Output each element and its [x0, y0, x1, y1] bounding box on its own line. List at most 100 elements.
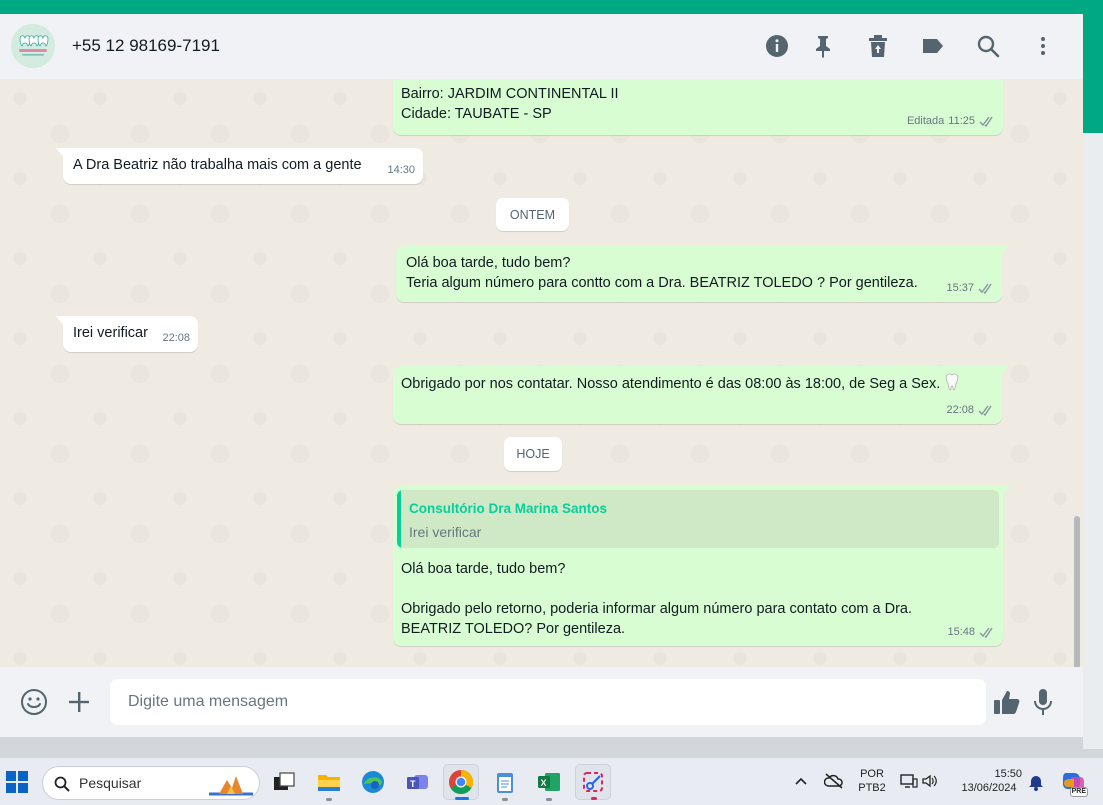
bubble-tail [56, 316, 64, 326]
taskbar-search-icon [54, 776, 70, 792]
message-text: Irei verificar [73, 325, 148, 341]
whatsapp-window: +55 12 98169-7191 Bairro: JARDIM CONTINE… [0, 14, 1083, 737]
avatar-logo-icon [11, 24, 55, 68]
language-code: POR [860, 768, 884, 780]
message-time: 15:37 [946, 282, 974, 294]
message-time: 22:08 [946, 404, 974, 416]
delete-icon[interactable] [866, 34, 890, 58]
notepad-icon[interactable] [487, 764, 523, 801]
emoji-icon[interactable] [20, 688, 48, 716]
message-line [401, 579, 912, 599]
thumbs-up-icon[interactable] [993, 688, 1021, 716]
message-outgoing[interactable]: Bairro: JARDIM CONTINENTAL II Cidade: TA… [393, 79, 1003, 135]
microphone-icon[interactable] [1029, 688, 1057, 716]
excel-icon[interactable]: X [531, 764, 567, 801]
avatar[interactable] [11, 24, 55, 68]
edited-label: Editada [906, 115, 945, 127]
onedrive-offline-icon[interactable] [823, 772, 844, 795]
message-text: Olá boa tarde, tudo bem? Obrigado pelo r… [401, 559, 912, 639]
svg-text:T: T [410, 779, 416, 789]
message-meta: 15:37 [946, 278, 994, 298]
info-icon[interactable] [765, 34, 789, 58]
windows-start-icon[interactable] [6, 771, 28, 798]
notification-bell-icon[interactable] [1028, 773, 1044, 796]
contact-name[interactable]: +55 12 98169-7191 [72, 36, 220, 56]
message-meta: 22:08 [946, 400, 994, 420]
message-line: BEATRIZ TOLEDO? Por gentileza. [401, 621, 626, 637]
message-input[interactable] [110, 679, 986, 725]
message-meta: 15:48 [947, 622, 995, 642]
message-line: Olá boa tarde, tudo bem? [406, 255, 571, 271]
active-indicator [591, 797, 597, 800]
message-outgoing[interactable]: Olá boa tarde, tudo bem? Teria algum núm… [396, 246, 1009, 302]
date-divider: ONTEM [496, 198, 569, 231]
svg-text:X: X [541, 778, 547, 788]
running-indicator [502, 798, 508, 801]
message-meta: Editada 11:25 [907, 111, 995, 131]
snipping-tool-icon[interactable] [575, 764, 611, 800]
clock[interactable]: 15:50 13/06/2024 [953, 767, 1025, 795]
quote-bar [397, 490, 401, 548]
top-accent-bar [0, 0, 1103, 14]
label-icon[interactable] [921, 34, 945, 58]
message-outgoing[interactable]: Obrigado por nos contatar. Nosso atendim… [393, 366, 1009, 424]
message-meta: 22:08 [162, 328, 190, 348]
double-check-icon [978, 283, 992, 294]
clock-time: 15:50 [994, 768, 1022, 780]
message-line: Obrigado por nos contatar. Nosso atendim… [401, 376, 941, 392]
teams-icon[interactable]: T [400, 764, 436, 800]
message-incoming[interactable]: Irei verificar 22:08 [56, 316, 198, 352]
date-divider-label: HOJE [516, 447, 550, 461]
taskbar-search-label: Pesquisar [79, 775, 142, 791]
tooth-emoji-icon [946, 373, 959, 391]
network-icon[interactable] [900, 773, 918, 794]
chat-header: +55 12 98169-7191 [0, 14, 1083, 79]
quoted-message[interactable]: Consultório Dra Marina Santos Irei verif… [397, 490, 999, 548]
message-line: Cidade: TAUBATE - SP [401, 106, 552, 122]
preview-badge: PRE [1069, 787, 1088, 797]
message-line: Bairro: JARDIM CONTINENTAL II [401, 86, 619, 102]
message-list: Bairro: JARDIM CONTINENTAL II Cidade: TA… [0, 79, 1083, 667]
message-line: Obrigado pelo retorno, poderia informar … [401, 601, 912, 617]
input-language[interactable]: POR PTB2 [856, 767, 888, 795]
file-explorer-icon[interactable] [311, 764, 347, 801]
chrome-browser-icon[interactable] [443, 764, 479, 800]
date-divider: HOJE [504, 437, 562, 471]
message-text: Obrigado por nos contatar. Nosso atendim… [401, 373, 960, 394]
search-icon[interactable] [976, 34, 1000, 58]
task-view-icon[interactable] [266, 764, 302, 800]
chat-scrollbar[interactable] [1074, 516, 1080, 667]
active-indicator [455, 797, 469, 800]
message-line: Olá boa tarde, tudo bem? [401, 561, 566, 577]
chevron-up-icon[interactable] [794, 774, 808, 793]
running-indicator [546, 798, 552, 801]
bubble-tail [1001, 366, 1009, 376]
message-text: A Dra Beatriz não trabalha mais com a ge… [73, 157, 362, 173]
message-outgoing-reply[interactable]: Consultório Dra Marina Santos Irei verif… [393, 486, 1010, 646]
composer [0, 667, 1083, 737]
running-indicator [326, 798, 332, 801]
message-line: Teria algum número para contto com a Dra… [406, 275, 918, 291]
volume-icon[interactable] [921, 773, 939, 794]
message-incoming[interactable]: A Dra Beatriz não trabalha mais com a ge… [56, 148, 423, 184]
copilot-icon[interactable]: PRE [1060, 769, 1088, 797]
search-highlight-icon [209, 776, 253, 796]
message-time: 22:08 [162, 332, 190, 344]
keyboard-layout: PTB2 [858, 782, 886, 794]
double-check-icon [978, 405, 992, 416]
message-time: 11:25 [948, 115, 975, 127]
date-divider-label: ONTEM [509, 207, 556, 222]
edge-browser-icon[interactable] [355, 764, 391, 800]
message-time: 14:30 [387, 164, 415, 176]
attach-plus-icon[interactable] [65, 688, 93, 716]
more-menu-icon[interactable] [1031, 34, 1055, 58]
pin-icon[interactable] [811, 34, 835, 58]
taskbar-search[interactable]: Pesquisar [42, 766, 260, 800]
quote-author: Consultório Dra Marina Santos [409, 501, 608, 516]
bubble-tail [1002, 486, 1010, 496]
message-meta: 14:30 [387, 160, 415, 180]
right-background-strip [1083, 133, 1103, 749]
double-check-icon [979, 627, 993, 638]
message-text: Bairro: JARDIM CONTINENTAL II Cidade: TA… [401, 84, 619, 124]
message-text: Olá boa tarde, tudo bem? Teria algum núm… [406, 253, 918, 293]
